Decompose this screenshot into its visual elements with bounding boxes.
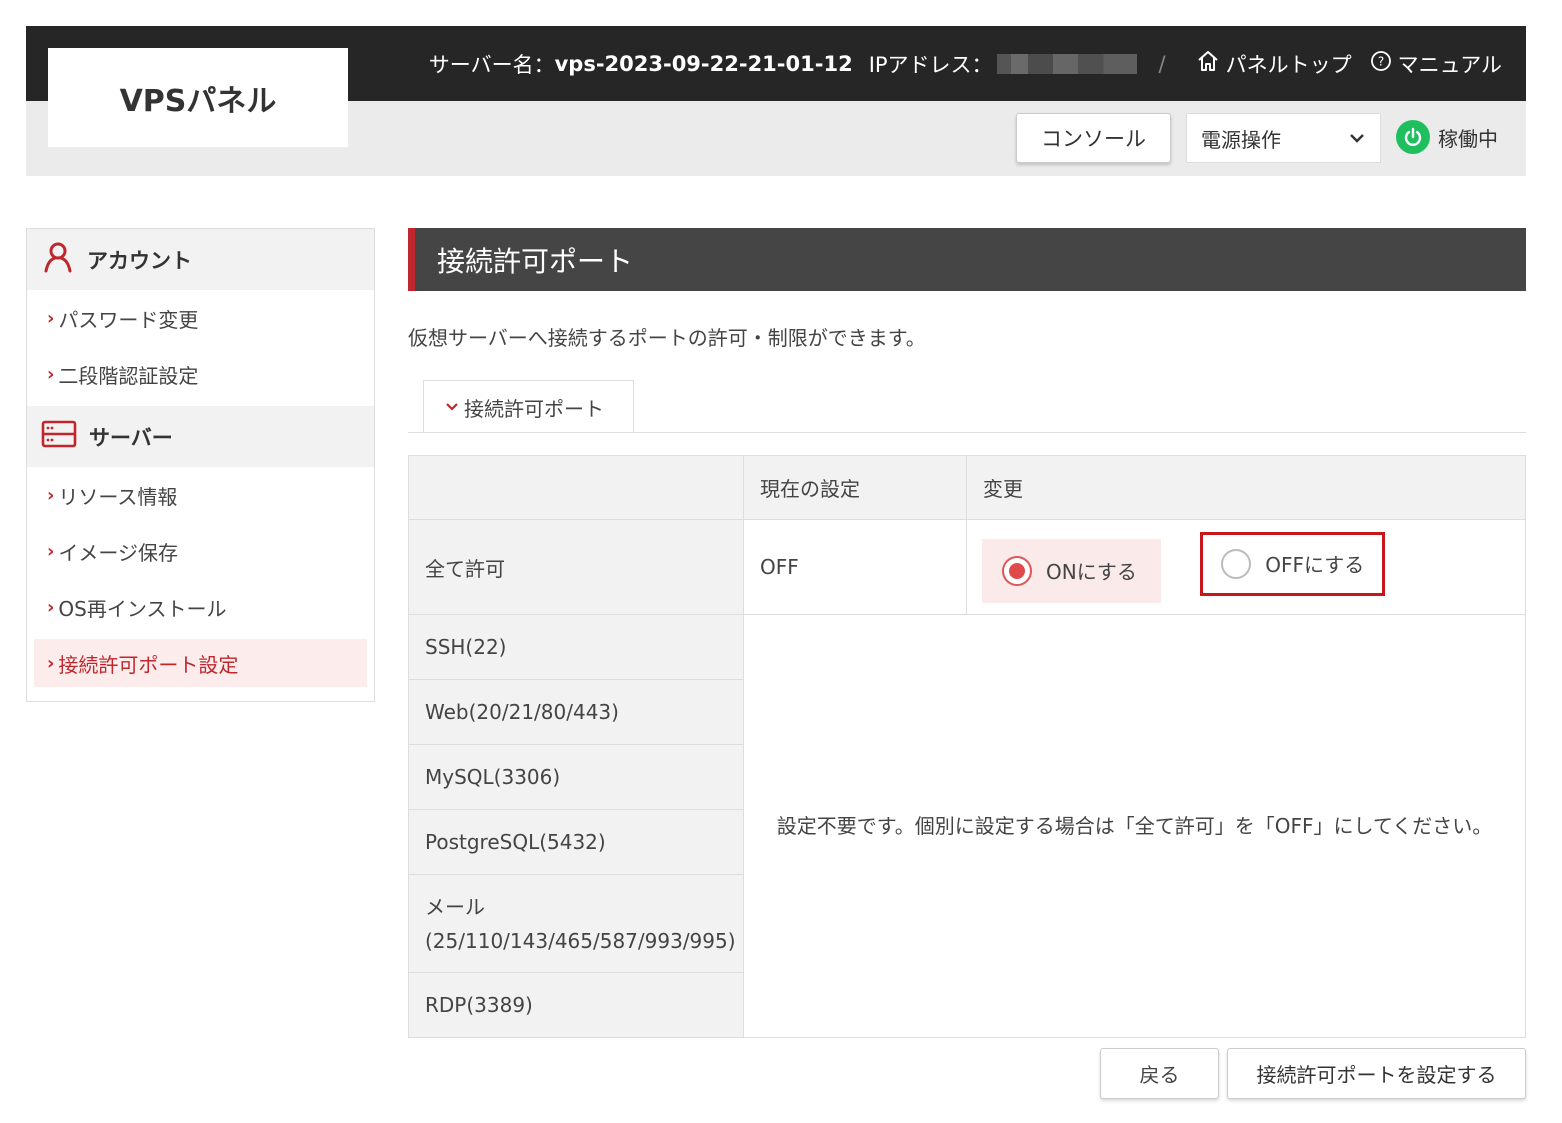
panel-top-label: パネルトップ: [1225, 52, 1352, 77]
app-logo[interactable]: VPSパネル: [48, 48, 348, 147]
port-settings-table: 現在の設定 変更 全て許可 OFF ONにする OFFにする SSH(22) 設…: [408, 455, 1526, 1038]
sidebar-item-resource-info[interactable]: › リソース情報: [27, 467, 374, 523]
console-button[interactable]: コンソール: [1016, 113, 1171, 163]
ip-label: IPアドレス：: [868, 52, 993, 77]
settings-note: 設定不要です。個別に設定する場合は「全て許可」を「OFF」にしてください。: [743, 614, 1526, 1038]
sidebar-item-label: 二段階認証設定: [58, 363, 199, 388]
server-icon: [41, 420, 77, 453]
port-label-mail-title: メール: [425, 894, 485, 919]
sidebar-item-label: OS再インストール: [58, 596, 227, 621]
all-allow-change-cell: ONにする OFFにする: [966, 519, 1526, 615]
tab-label: 接続許可ポート: [464, 396, 604, 421]
table-row: SSH(22) 設定不要です。個別に設定する場合は「全て許可」を「OFF」にして…: [408, 614, 1526, 1038]
back-button[interactable]: 戻る: [1100, 1048, 1219, 1099]
port-label-ssh: SSH(22): [408, 614, 744, 680]
page-description: 仮想サーバーへ接続するポートの許可・制限ができます。: [408, 326, 926, 350]
status-text: 稼働中: [1438, 126, 1498, 151]
manual-label: マニュアル: [1397, 52, 1502, 77]
chevron-right-icon: ›: [47, 652, 55, 674]
sidebar-item-password-change[interactable]: › パスワード変更: [27, 290, 374, 346]
page-title: 接続許可ポート: [408, 228, 1526, 291]
sidebar-item-port-settings[interactable]: › 接続許可ポート設定: [34, 639, 367, 687]
sidebar: アカウント › パスワード変更 › 二段階認証設定 サーバー › リソース情報 …: [26, 228, 375, 702]
radio-button-selected[interactable]: [1002, 555, 1032, 586]
sidebar-section-title: サーバー: [89, 425, 173, 450]
tab-divider: [408, 432, 1526, 433]
chevron-right-icon: ›: [47, 307, 55, 329]
all-allow-current-value: OFF: [743, 519, 967, 615]
svg-text:?: ?: [1377, 55, 1383, 69]
sidebar-item-image-save[interactable]: › イメージ保存: [27, 523, 374, 579]
server-info: サーバー名： vps-2023-09-22-21-01-12 IPアドレス： /…: [429, 26, 1502, 101]
power-operation-select[interactable]: 電源操作: [1186, 113, 1381, 163]
port-label-mail-ports: (25/110/143/465/587/993/995): [425, 928, 736, 953]
help-icon: ?: [1370, 50, 1392, 77]
sidebar-section-server: サーバー: [27, 406, 374, 467]
chevron-right-icon: ›: [47, 540, 55, 562]
server-status: 稼働中: [1396, 120, 1498, 154]
port-label-mysql: MySQL(3306): [408, 744, 744, 810]
manual-link[interactable]: ? マニュアル: [1370, 49, 1502, 79]
user-icon: [41, 240, 75, 279]
sidebar-item-two-factor[interactable]: › 二段階認証設定: [27, 346, 374, 402]
radio-on-label: ONにする: [1046, 560, 1137, 584]
port-label-postgresql: PostgreSQL(5432): [408, 809, 744, 875]
chevron-down-icon: [444, 395, 460, 419]
header-current: 現在の設定: [743, 455, 967, 520]
header-change: 変更: [966, 455, 1526, 520]
power-select-value: 電源操作: [1201, 127, 1281, 152]
chevron-down-icon: [1348, 127, 1366, 154]
server-name-value: vps-2023-09-22-21-01-12: [554, 51, 853, 76]
tab-allowed-ports[interactable]: 接続許可ポート: [423, 380, 634, 433]
sidebar-section-account: アカウント: [27, 229, 374, 290]
ip-address-masked: [996, 53, 1137, 74]
chevron-right-icon: ›: [47, 596, 55, 618]
power-icon: [1396, 120, 1430, 154]
home-icon: [1196, 49, 1220, 78]
sidebar-section-title: アカウント: [87, 248, 192, 273]
radio-button-unselected[interactable]: [1221, 548, 1252, 579]
sidebar-item-label: イメージ保存: [58, 540, 179, 565]
sidebar-item-label: パスワード変更: [58, 307, 199, 332]
sidebar-item-os-reinstall[interactable]: › OS再インストール: [27, 579, 374, 635]
sidebar-item-label: リソース情報: [58, 484, 178, 509]
table-row-all-allow: 全て許可 OFF ONにする OFFにする: [408, 519, 1526, 615]
row-label-all-allow: 全て許可: [408, 519, 744, 615]
port-label-rdp: RDP(3389): [408, 972, 744, 1038]
server-name-label: サーバー名：: [428, 52, 555, 77]
submit-port-settings-button[interactable]: 接続許可ポートを設定する: [1227, 1048, 1526, 1099]
separator: /: [1158, 51, 1166, 76]
sidebar-item-label: 接続許可ポート設定: [58, 652, 239, 677]
panel-top-link[interactable]: パネルトップ: [1196, 49, 1352, 79]
radio-on-option[interactable]: ONにする: [982, 538, 1161, 603]
table-header-row: 現在の設定 変更: [408, 455, 1526, 520]
port-label-web: Web(20/21/80/443): [408, 679, 744, 745]
chevron-right-icon: ›: [47, 484, 55, 506]
chevron-right-icon: ›: [47, 363, 55, 385]
port-label-mail: メール (25/110/143/465/587/993/995): [408, 874, 744, 973]
radio-off-option[interactable]: OFFにする: [1200, 531, 1386, 596]
radio-off-label: OFFにする: [1265, 553, 1365, 577]
header-empty: [408, 455, 744, 520]
